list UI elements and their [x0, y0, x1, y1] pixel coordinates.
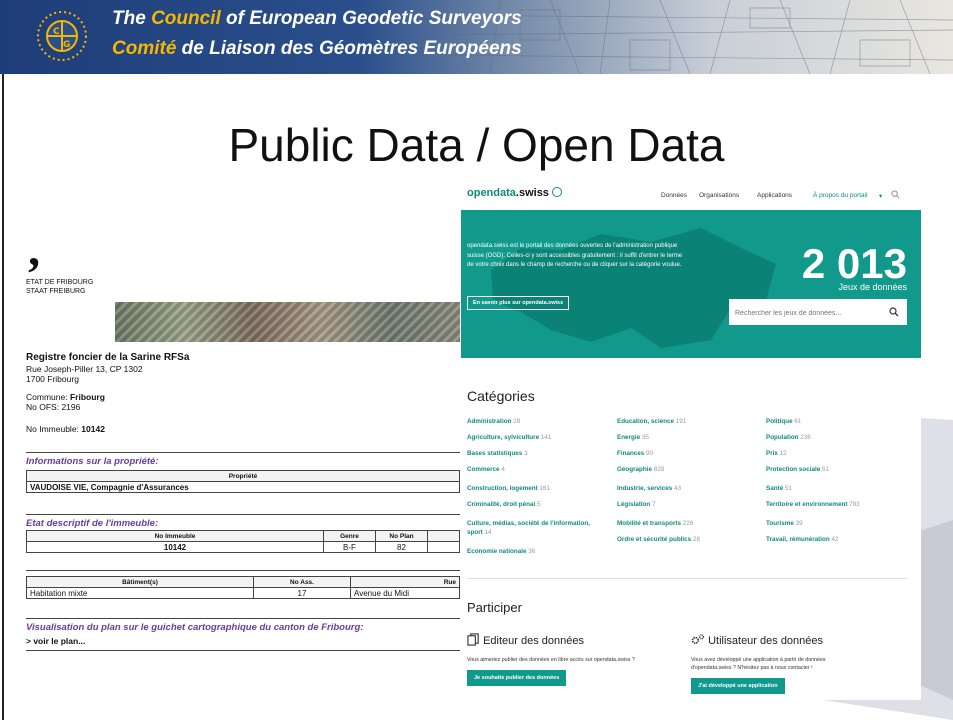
column-header: No Immeuble: [26, 530, 324, 542]
category-item[interactable]: Population 236: [766, 433, 811, 442]
table-cell: 17: [253, 587, 351, 599]
dataset-search-input[interactable]: [733, 301, 887, 325]
category-item[interactable]: Politique 61: [766, 417, 801, 426]
category-item[interactable]: Législation 7: [617, 500, 656, 509]
council-title-fr: Comité de Liaison des Géomètres Européen…: [112, 38, 522, 59]
category-item[interactable]: Criminalité, droit pénal 5: [467, 500, 541, 509]
category-item[interactable]: Finances 90: [617, 449, 653, 458]
learn-more-button[interactable]: En savoir plus sur opendata.swiss: [467, 296, 570, 310]
column-header: Propriété: [26, 470, 460, 482]
etat-de-fribourg: ETAT DE FRIBOURG STAAT FREIBURG: [26, 279, 94, 295]
user-text: Vous avez développé une application à pa…: [691, 657, 826, 671]
slide-title: Public Data / Open Data: [228, 119, 725, 171]
batiments-table: Bâtiment(s) No Ass. Rue Habitation mixte…: [26, 576, 460, 599]
category-item[interactable]: Commerce 4: [467, 465, 505, 474]
column-header: Bâtiment(s): [26, 576, 254, 588]
category-item[interactable]: Energie 35: [617, 433, 649, 442]
user-heading: Utilisateur des données: [691, 633, 823, 647]
category-item[interactable]: Prix 12: [766, 449, 787, 458]
aerial-photo: [115, 302, 460, 342]
divider: [467, 578, 907, 579]
chevron-down-icon[interactable]: ▾: [879, 192, 882, 200]
council-title-en: The Council of European Geodetic Surveyo…: [112, 8, 522, 29]
fribourg-logo-mark: ‚: [26, 223, 42, 276]
category-item[interactable]: Mobilité et transports 226: [617, 519, 693, 528]
category-item[interactable]: Santé 51: [766, 484, 792, 493]
search-icon[interactable]: [889, 307, 899, 317]
nav-donnees[interactable]: Données: [661, 192, 687, 199]
table-cell: B-F: [323, 541, 376, 553]
column-header: No Ass.: [253, 576, 351, 588]
opendata-hero: opendata.swiss est le portail des donnée…: [461, 210, 921, 358]
table-cell: Avenue du Midi: [350, 587, 460, 599]
svg-text:C: C: [53, 27, 60, 37]
category-item[interactable]: Travail, rémunération 42: [766, 535, 838, 544]
search-icon[interactable]: [891, 190, 900, 199]
publish-data-button[interactable]: Je souhaite publier des données: [467, 670, 567, 686]
section-visualisation-title: Visualisation du plan sur le guichet car…: [26, 622, 364, 633]
category-item[interactable]: Ordre et sécurité publics 28: [617, 535, 700, 544]
developed-app-button[interactable]: J'ai développé une application: [691, 678, 785, 694]
switzerland-map-shape: [491, 228, 776, 348]
section-etat-descriptif-title: Etat descriptif de l'immeuble:: [26, 518, 159, 529]
table-cell: VAUDOISE VIE, Compagnie d'Assurances: [26, 481, 460, 493]
nav-organisations[interactable]: Organisations: [699, 192, 739, 199]
table-cell: Habitation mixte: [26, 587, 254, 599]
category-item[interactable]: Bases statistiques 3: [467, 449, 528, 458]
section-propriete-title: Informations sur la propriété:: [26, 456, 159, 467]
nav-applications[interactable]: Applications: [757, 192, 792, 199]
header-banner: C G The Council of European Geodetic Sur…: [0, 0, 953, 74]
categories-title: Catégories: [467, 388, 535, 404]
nav-a-propos[interactable]: À propos du portail: [813, 192, 868, 199]
divider: [26, 452, 460, 453]
column-header: Rue: [350, 576, 460, 588]
documents-icon: [467, 633, 479, 646]
column-header: Genre: [323, 530, 376, 542]
category-item[interactable]: Construction, logement 161: [467, 484, 550, 493]
category-item[interactable]: Administration 28: [467, 417, 520, 426]
divider: [26, 650, 460, 651]
immeuble-number: No Immeuble: 10142: [26, 424, 105, 434]
svg-text:G: G: [63, 40, 70, 50]
gears-icon: [691, 634, 705, 645]
category-item[interactable]: Territoire et environnement 783: [766, 500, 860, 509]
column-header: [427, 530, 460, 542]
category-item[interactable]: Culture, médias, société de l'informatio…: [467, 519, 617, 537]
category-item[interactable]: Protection sociale 51: [766, 465, 829, 474]
fribourg-registry-document: ‚ ETAT DE FRIBOURG STAAT FREIBURG Registr…: [20, 223, 460, 710]
opendata-navbar: opendata.swiss Données Organisations App…: [461, 180, 921, 210]
category-item[interactable]: Economie nationale 36: [467, 547, 535, 556]
divider: [26, 618, 460, 619]
dataset-count: 2 013: [801, 240, 907, 287]
ceges-logo-icon: C G: [37, 11, 87, 61]
commune-info: Commune: Fribourg No OFS: 2196: [26, 392, 105, 412]
editor-heading: Editeur des données: [467, 633, 584, 647]
category-item[interactable]: Education, science 191: [617, 417, 686, 426]
table-cell: 10142: [26, 541, 324, 553]
category-item[interactable]: Géographie 828: [617, 465, 664, 474]
voir-le-plan-link[interactable]: > voir le plan...: [26, 636, 85, 646]
editor-text: Vous aimeriez publier des données en lib…: [467, 657, 635, 663]
hero-description: opendata.swiss est le portail des donnée…: [467, 243, 683, 268]
column-header: No Plan: [375, 530, 428, 542]
dataset-count-label: Jeux de données: [838, 282, 907, 292]
divider: [26, 570, 460, 571]
opendata-logo-ring-icon: [552, 187, 562, 197]
category-item[interactable]: Agriculture, sylviculture 141: [467, 433, 551, 442]
registry-address: Rue Joseph-Piller 13, CP 1302 1700 Fribou…: [26, 364, 143, 384]
etat-descriptif-table: No Immeuble Genre No Plan 10142 B-F 82: [26, 530, 460, 553]
category-item[interactable]: Tourisme 39: [766, 519, 803, 528]
opendata-swiss-screenshot: opendata.swiss Données Organisations App…: [461, 180, 921, 700]
table-cell: 82: [375, 541, 428, 553]
propriete-table: Propriété VAUDOISE VIE, Compagnie d'Assu…: [26, 470, 460, 493]
participer-title: Participer: [467, 600, 522, 615]
registry-name: Registre foncier de la Sarine RFSa: [26, 352, 190, 363]
category-item[interactable]: Industrie, services 43: [617, 484, 681, 493]
opendata-logo[interactable]: opendata.swiss: [467, 187, 562, 199]
table-cell: [427, 541, 460, 553]
dataset-search-box[interactable]: [729, 299, 907, 325]
divider: [26, 514, 460, 515]
